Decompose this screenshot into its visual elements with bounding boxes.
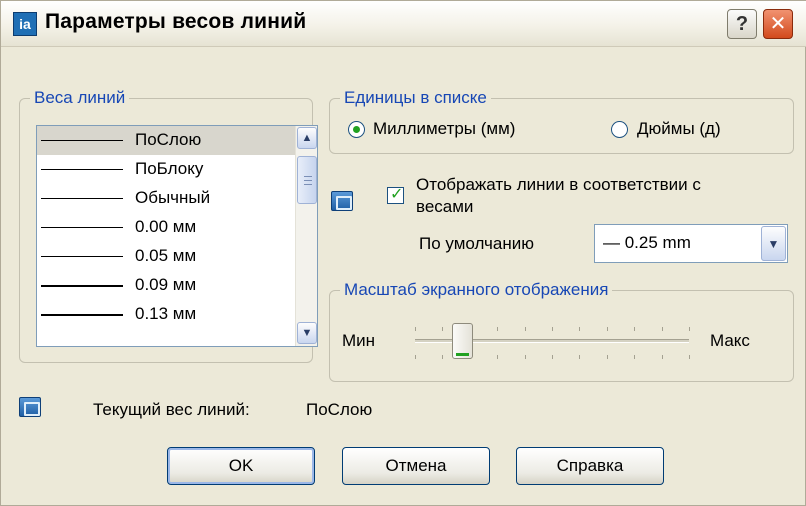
lineweight-list-item[interactable]: 0.09 мм xyxy=(37,271,317,300)
slider-tick xyxy=(497,327,498,331)
scale-group-label: Масштаб экранного отображения xyxy=(340,280,613,300)
list-scrollbar[interactable]: ▲ ▼ xyxy=(295,126,317,346)
current-lineweight-value: ПоСлою xyxy=(306,400,373,419)
lineweight-item-label: ПоСлою xyxy=(135,130,202,149)
line-sample xyxy=(41,314,123,316)
chevron-down-icon[interactable]: ▼ xyxy=(761,226,786,261)
line-sample xyxy=(41,198,123,199)
lineweight-item-label: 0.00 мм xyxy=(135,217,197,236)
lineweight-list-item[interactable]: 0.00 мм xyxy=(37,213,317,242)
slider-tick xyxy=(442,355,443,359)
scroll-up-button[interactable]: ▲ xyxy=(297,127,317,149)
lineweight-list-item[interactable]: ПоСлою xyxy=(37,126,317,155)
millimeters-label[interactable]: Миллиметры (мм) xyxy=(373,119,515,139)
lineweight-item-label: 0.13 мм xyxy=(135,304,197,323)
inches-radio[interactable] xyxy=(611,121,628,138)
line-sample xyxy=(41,227,123,228)
cancel-button[interactable]: Отмена xyxy=(342,447,490,485)
line-sample xyxy=(41,169,123,170)
scale-min-label: Мин xyxy=(342,331,376,350)
slider-tick xyxy=(634,355,635,359)
lineweight-list-item[interactable]: Обычный xyxy=(37,184,317,213)
slider-tick xyxy=(607,327,608,331)
slider-tick xyxy=(497,355,498,359)
line-sample xyxy=(41,285,123,287)
lineweight-item-label: ПоБлоку xyxy=(135,159,204,178)
lineweight-settings-dialog: ia Параметры весов линий ? ✕ Веса линий … xyxy=(0,0,806,506)
slider-tick xyxy=(662,355,663,359)
scale-slider-thumb[interactable] xyxy=(452,323,473,359)
lineweight-item-label: 0.09 мм xyxy=(135,275,197,294)
display-lineweight-label-line1[interactable]: Отображать линии в соответствии с xyxy=(416,175,701,195)
slider-tick xyxy=(525,355,526,359)
inches-label[interactable]: Дюймы (д) xyxy=(637,119,721,139)
current-property-icon xyxy=(19,397,41,417)
scroll-down-button[interactable]: ▼ xyxy=(297,322,317,344)
default-label: По умолчанию xyxy=(419,234,534,253)
slider-tick xyxy=(579,355,580,359)
line-sample xyxy=(41,256,123,257)
current-lineweight-label: Текущий вес линий: xyxy=(93,400,250,419)
lineweights-group: Веса линий ПоСлою ПоБлоку Обычный 0.00 мм 0.… xyxy=(19,88,318,363)
slider-tick xyxy=(579,327,580,331)
display-lineweight-label-line2[interactable]: весами xyxy=(416,197,473,217)
lineweight-list-item[interactable]: 0.13 мм xyxy=(37,300,317,329)
dialog-title: Параметры весов линий xyxy=(45,10,307,33)
slider-tick xyxy=(607,355,608,359)
scroll-thumb[interactable] xyxy=(297,156,317,204)
lineweight-list-item[interactable]: 0.05 мм xyxy=(37,242,317,271)
help-title-button[interactable]: ? xyxy=(727,9,757,39)
app-icon: ia xyxy=(13,12,37,36)
lineweight-item-label: 0.05 мм xyxy=(135,246,197,265)
display-lineweight-checkbox[interactable]: ✓ xyxy=(387,186,404,204)
display-property-icon xyxy=(331,191,353,211)
check-icon: ✓ xyxy=(390,186,404,203)
line-sample xyxy=(41,140,123,141)
slider-tick xyxy=(415,355,416,359)
default-lineweight-select[interactable]: — 0.25 mm ▼ xyxy=(594,224,788,263)
scale-max-label: Макс xyxy=(710,331,750,350)
lineweights-group-label: Веса линий xyxy=(30,88,130,108)
slider-tick xyxy=(552,355,553,359)
slider-tick xyxy=(442,327,443,331)
lineweight-item-label: Обычный xyxy=(135,188,211,207)
help-button[interactable]: Справка xyxy=(516,447,664,485)
slider-tick xyxy=(552,327,553,331)
slider-tick xyxy=(689,355,690,359)
slider-tick xyxy=(415,327,416,331)
slider-tick xyxy=(689,327,690,331)
millimeters-radio[interactable] xyxy=(348,121,365,138)
close-button[interactable]: ✕ xyxy=(763,9,793,39)
lineweight-list-item[interactable]: ПоБлоку xyxy=(37,155,317,184)
slider-tick xyxy=(662,327,663,331)
default-lineweight-value: — 0.25 mm xyxy=(603,233,691,252)
title-bar[interactable]: ia Параметры весов линий ? ✕ xyxy=(1,1,806,47)
units-group-label: Единицы в списке xyxy=(340,88,491,108)
ok-button[interactable]: OK xyxy=(167,447,315,485)
lineweights-list[interactable]: ПоСлою ПоБлоку Обычный 0.00 мм 0.05 мм 0.09 м… xyxy=(36,125,318,347)
slider-tick xyxy=(634,327,635,331)
slider-tick xyxy=(525,327,526,331)
